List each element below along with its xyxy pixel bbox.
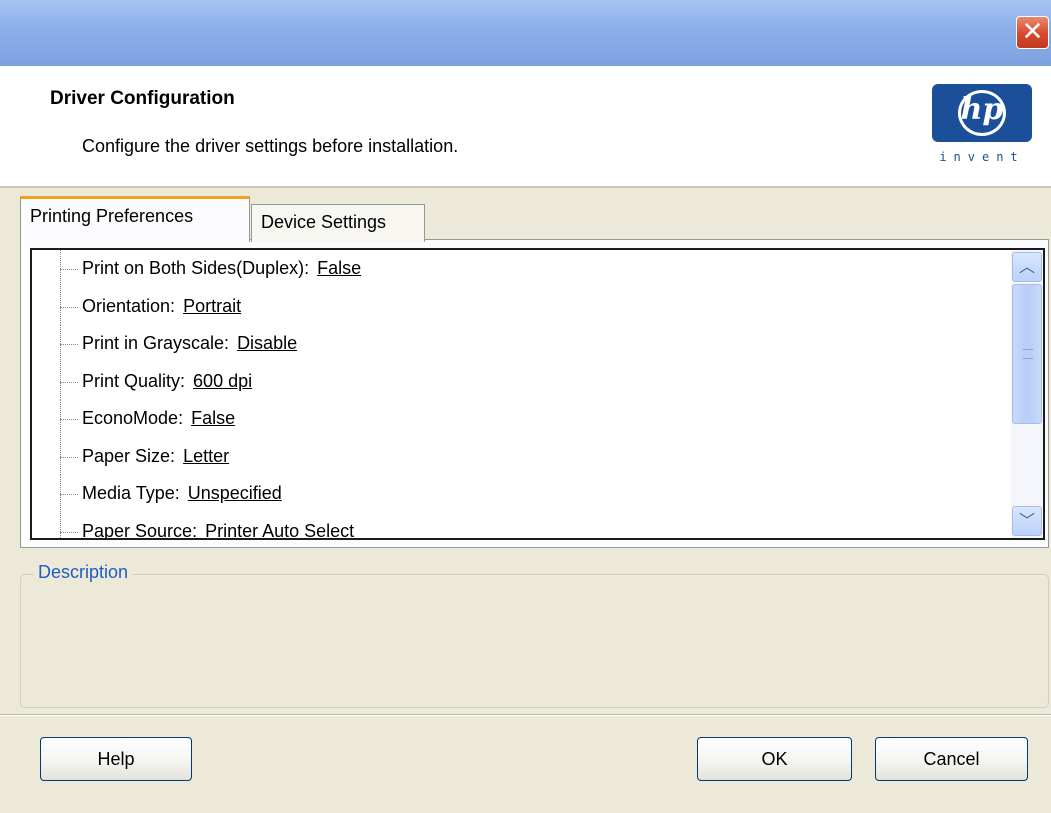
chevron-up-icon: ︿ [1018, 257, 1035, 276]
scroll-up-button[interactable]: ︿ [1012, 252, 1042, 282]
scroll-down-button[interactable]: ﹀ [1012, 506, 1042, 536]
close-button[interactable]: ✕ [1016, 16, 1049, 49]
divider [0, 714, 1051, 716]
tab-printing-preferences[interactable]: Printing Preferences [20, 196, 250, 242]
scroll-thumb[interactable] [1012, 284, 1042, 424]
tree-item-paper-size[interactable]: Paper Size: Letter [32, 437, 1013, 476]
tree-connector [60, 475, 80, 512]
title-bar [0, 0, 1051, 66]
tree-item-paper-source[interactable]: Paper Source: Printer Auto Select [32, 512, 1013, 540]
vertical-scrollbar[interactable]: ︿ ﹀ [1011, 248, 1045, 540]
tree-connector [60, 400, 80, 437]
setting-value-link[interactable]: Disable [237, 333, 297, 353]
setting-label: Print in Grayscale: [82, 333, 230, 353]
tree-connector [60, 362, 80, 400]
setting-label: Orientation: [82, 295, 176, 316]
help-button[interactable]: Help [40, 737, 192, 781]
description-group [20, 574, 1049, 708]
tree-item-grayscale[interactable]: Print in Grayscale: Disable [32, 325, 1013, 363]
setting-value-link[interactable]: Letter [183, 446, 229, 466]
setting-label: Print on Both Sides(Duplex): [82, 258, 310, 278]
settings-tree[interactable]: Print on Both Sides(Duplex): False Orient… [30, 248, 1015, 540]
tree-connector [60, 437, 80, 475]
logo-tagline: invent [939, 150, 1025, 164]
setting-value-link[interactable]: 600 dpi [193, 371, 252, 391]
setting-label: Print Quality: [82, 370, 186, 391]
setting-value-link[interactable]: Printer Auto Select [205, 521, 354, 539]
header-banner [0, 66, 1051, 188]
setting-value-link[interactable]: Unspecified [188, 483, 282, 503]
logo-brand: hp [960, 92, 1004, 127]
tree-item-print-quality[interactable]: Print Quality: 600 dpi [32, 362, 1013, 401]
tab-device-settings[interactable]: Device Settings [251, 204, 425, 242]
tree-connector [60, 287, 80, 325]
page-title: Driver Configuration [50, 88, 235, 109]
setting-value-link[interactable]: Portrait [183, 296, 241, 316]
tree-item-economode[interactable]: EconoMode: False [32, 400, 1013, 438]
setting-label: EconoMode: [82, 408, 184, 428]
hp-logo: hp invent [932, 84, 1032, 174]
setting-value-link[interactable]: False [317, 258, 361, 278]
tree-connector [60, 325, 80, 362]
tree-item-orientation[interactable]: Orientation: Portrait [32, 287, 1013, 326]
logo-badge: hp [932, 84, 1032, 142]
page-subtitle: Configure the driver settings before ins… [82, 136, 459, 156]
tree-connector [60, 512, 80, 538]
cancel-button[interactable]: Cancel [875, 737, 1028, 781]
chevron-down-icon: ﹀ [1018, 511, 1035, 530]
ok-button[interactable]: OK [697, 737, 852, 781]
setting-label: Paper Size: [82, 445, 176, 466]
setting-label: Paper Source: [82, 520, 198, 540]
setting-value-link[interactable]: False [191, 408, 235, 428]
close-icon: ✕ [1021, 17, 1044, 47]
setting-label: Media Type: [82, 483, 180, 503]
tree-item-duplex[interactable]: Print on Both Sides(Duplex): False [32, 250, 1013, 288]
description-label: Description [34, 562, 133, 583]
tree-connector [60, 250, 80, 287]
tree-item-media-type[interactable]: Media Type: Unspecified [32, 475, 1013, 513]
